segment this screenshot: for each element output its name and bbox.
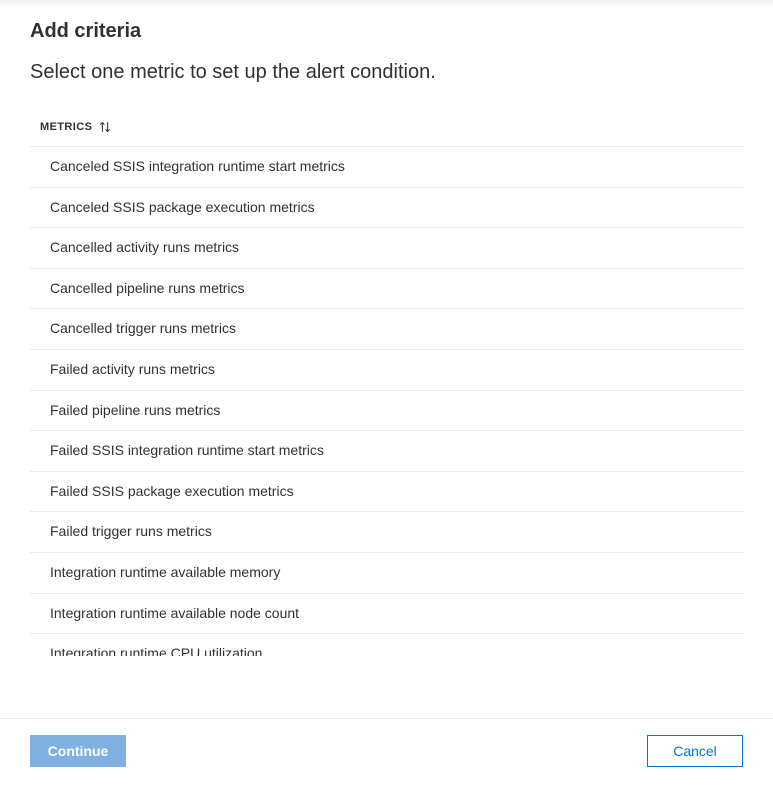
table-row[interactable]: Integration runtime available memory: [30, 553, 743, 594]
table-row[interactable]: Failed trigger runs metrics: [30, 512, 743, 553]
column-header-label: METRICS: [40, 121, 92, 133]
page-subtitle: Select one metric to set up the alert co…: [30, 61, 743, 84]
footer: Continue Cancel: [0, 718, 773, 785]
table-row[interactable]: Cancelled activity runs metrics: [30, 228, 743, 269]
column-header-metrics[interactable]: METRICS: [30, 120, 743, 146]
table-row[interactable]: Failed SSIS package execution metrics: [30, 472, 743, 513]
panel-top-shadow: [0, 0, 773, 8]
table-row[interactable]: Canceled SSIS integration runtime start …: [30, 147, 743, 188]
table-row[interactable]: Failed pipeline runs metrics: [30, 391, 743, 432]
table-row[interactable]: Integration runtime available node count: [30, 594, 743, 635]
table-row[interactable]: Failed activity runs metrics: [30, 350, 743, 391]
table-row[interactable]: Cancelled trigger runs metrics: [30, 309, 743, 350]
page-title: Add criteria: [30, 20, 743, 43]
metrics-table: METRICS Canceled SSIS integration runtim…: [0, 120, 773, 656]
table-row[interactable]: Integration runtime CPU utilization: [30, 634, 743, 656]
cancel-button[interactable]: Cancel: [647, 735, 743, 767]
table-row[interactable]: Cancelled pipeline runs metrics: [30, 269, 743, 310]
continue-button[interactable]: Continue: [30, 735, 126, 767]
sort-icon: [98, 120, 112, 134]
metrics-list[interactable]: Canceled SSIS integration runtime start …: [30, 146, 743, 656]
table-row[interactable]: Canceled SSIS package execution metrics: [30, 188, 743, 229]
panel-header: Add criteria Select one metric to set up…: [0, 8, 773, 84]
table-row[interactable]: Failed SSIS integration runtime start me…: [30, 431, 743, 472]
